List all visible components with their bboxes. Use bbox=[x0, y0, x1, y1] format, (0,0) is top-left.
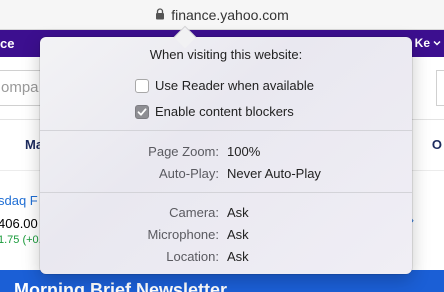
location-select[interactable]: Ask bbox=[226, 249, 249, 264]
address-bar[interactable]: finance.yahoo.com bbox=[0, 0, 444, 30]
location-row: Location: Ask bbox=[40, 249, 249, 264]
nav-item-more[interactable]: Ke bbox=[415, 36, 441, 50]
chevron-down-icon bbox=[433, 40, 441, 46]
separator bbox=[40, 130, 412, 131]
microphone-select[interactable]: Ask bbox=[226, 227, 249, 242]
checkmark-icon bbox=[137, 107, 147, 116]
reader-checkbox-label: Use Reader when available bbox=[155, 78, 314, 93]
ticker-name[interactable]: sdaq F bbox=[0, 193, 38, 208]
page-zoom-select[interactable]: 100% bbox=[226, 144, 260, 159]
url-display[interactable]: finance.yahoo.com bbox=[155, 7, 289, 23]
lock-icon bbox=[156, 7, 165, 19]
website-settings-popover: When visiting this website: Use Reader w… bbox=[40, 25, 412, 274]
camera-select[interactable]: Ask bbox=[226, 205, 249, 220]
autoplay-row: Auto-Play: Never Auto-Play bbox=[40, 166, 321, 181]
ticker-price: 406.00 bbox=[0, 216, 38, 231]
menu-item-other[interactable]: O bbox=[432, 137, 442, 152]
reader-checkbox[interactable] bbox=[135, 78, 149, 93]
reader-checkbox-row[interactable]: Use Reader when available bbox=[135, 78, 314, 93]
nav-item-more-label: Ke bbox=[414, 36, 430, 50]
url-text: finance.yahoo.com bbox=[171, 6, 289, 23]
page-zoom-label: Page Zoom: bbox=[148, 144, 219, 159]
site-search-edge bbox=[436, 70, 444, 106]
page-zoom-row: Page Zoom: 100% bbox=[40, 144, 260, 159]
camera-row: Camera: Ask bbox=[40, 205, 249, 220]
autoplay-select[interactable]: Never Auto-Play bbox=[226, 166, 321, 181]
nav-item-partial[interactable]: ce bbox=[0, 36, 14, 51]
microphone-row: Microphone: Ask bbox=[40, 227, 249, 242]
ticker-change: 1.75 (+0. bbox=[0, 234, 42, 246]
content-blockers-label: Enable content blockers bbox=[155, 104, 294, 119]
popover-title: When visiting this website: bbox=[149, 47, 303, 62]
location-label: Location: bbox=[166, 249, 219, 264]
content-blockers-checkbox-row[interactable]: Enable content blockers bbox=[135, 104, 294, 119]
autoplay-label: Auto-Play: bbox=[159, 166, 219, 181]
content-blockers-checkbox[interactable] bbox=[135, 104, 149, 119]
camera-label: Camera: bbox=[169, 205, 219, 220]
microphone-label: Microphone: bbox=[147, 227, 219, 242]
separator bbox=[40, 192, 412, 193]
